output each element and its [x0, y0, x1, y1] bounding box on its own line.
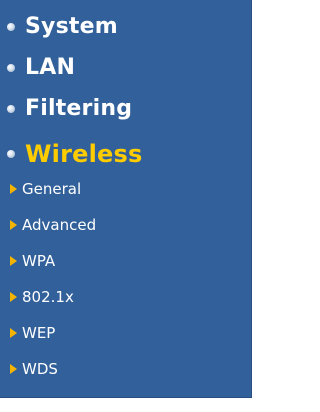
submenu-item-label: WEP: [22, 323, 56, 342]
navigation-menu: System LAN Filtering Wireless General Ad…: [0, 0, 252, 398]
submenu-item-label: General: [22, 179, 82, 198]
arrow-right-icon: [10, 292, 17, 302]
arrow-right-icon: [10, 220, 17, 230]
menu-item-label: LAN: [25, 55, 76, 80]
menu-item-label: Filtering: [25, 96, 133, 121]
bullet-icon: [7, 150, 15, 158]
submenu-item-label: WDS: [22, 359, 58, 378]
arrow-right-icon: [10, 256, 17, 266]
submenu-item-label: 802.1x: [22, 287, 74, 306]
menu-item-label: Wireless: [25, 140, 143, 168]
arrow-right-icon: [10, 184, 17, 194]
bullet-icon: [7, 64, 15, 72]
arrow-right-icon: [10, 364, 17, 374]
bullet-icon: [7, 105, 15, 113]
bullet-icon: [7, 23, 15, 31]
arrow-right-icon: [10, 328, 17, 338]
submenu-item-label: WPA: [22, 251, 56, 270]
submenu-item-label: Advanced: [22, 215, 97, 234]
menu-item-label: System: [25, 14, 118, 39]
